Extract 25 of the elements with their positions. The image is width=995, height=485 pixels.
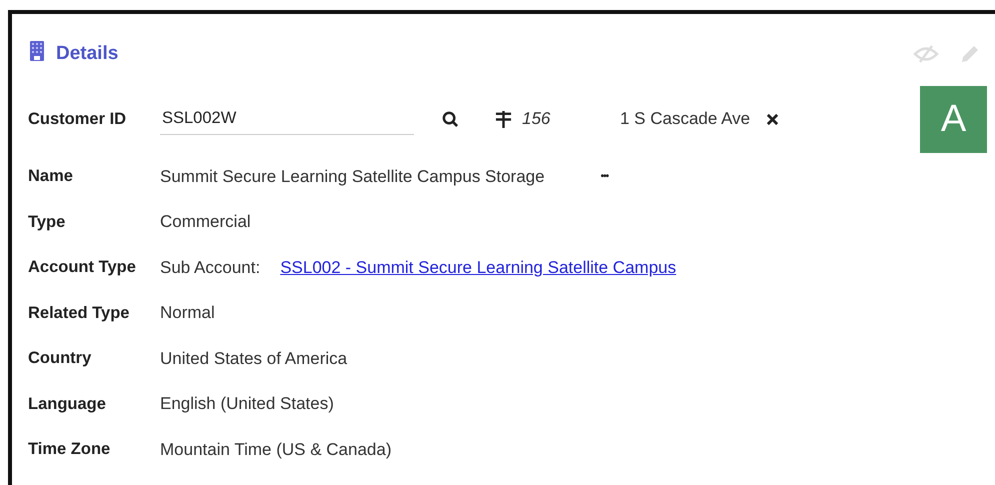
field-label: Country: [28, 349, 92, 368]
field-value: United States of America: [160, 348, 348, 369]
field-value: Commercial: [160, 212, 251, 232]
field-label: Customer ID: [28, 110, 128, 128]
more-button[interactable]: •••: [600, 171, 608, 182]
field-label: Related Type: [28, 304, 130, 323]
location-number: 156: [522, 109, 552, 129]
field-value: Summit Secure Learning Satellite Campus Storage: [160, 166, 545, 187]
panel-title: Details: [56, 43, 118, 65]
field-label: Name: [28, 167, 74, 186]
field-label: Time Zone: [28, 440, 112, 460]
field-value: English (United States): [160, 394, 334, 414]
field-value: Sub Account:: [160, 258, 260, 278]
building-icon: [30, 41, 44, 61]
field-label: Type: [28, 212, 66, 232]
account-link[interactable]: SSL002 - Summit Secure Learning Satellite Campus: [280, 258, 676, 278]
field-value: Normal: [160, 303, 215, 324]
close-icon[interactable]: [766, 112, 780, 126]
avatar: A: [920, 86, 987, 152]
signpost-icon[interactable]: [495, 110, 512, 128]
field-value: Mountain Time (US & Canada): [160, 440, 392, 460]
address-text: 1 S Cascade Ave: [620, 109, 750, 129]
field-label: Account Type: [28, 258, 137, 278]
search-icon[interactable]: [442, 110, 459, 128]
field-label: Language: [28, 394, 107, 414]
